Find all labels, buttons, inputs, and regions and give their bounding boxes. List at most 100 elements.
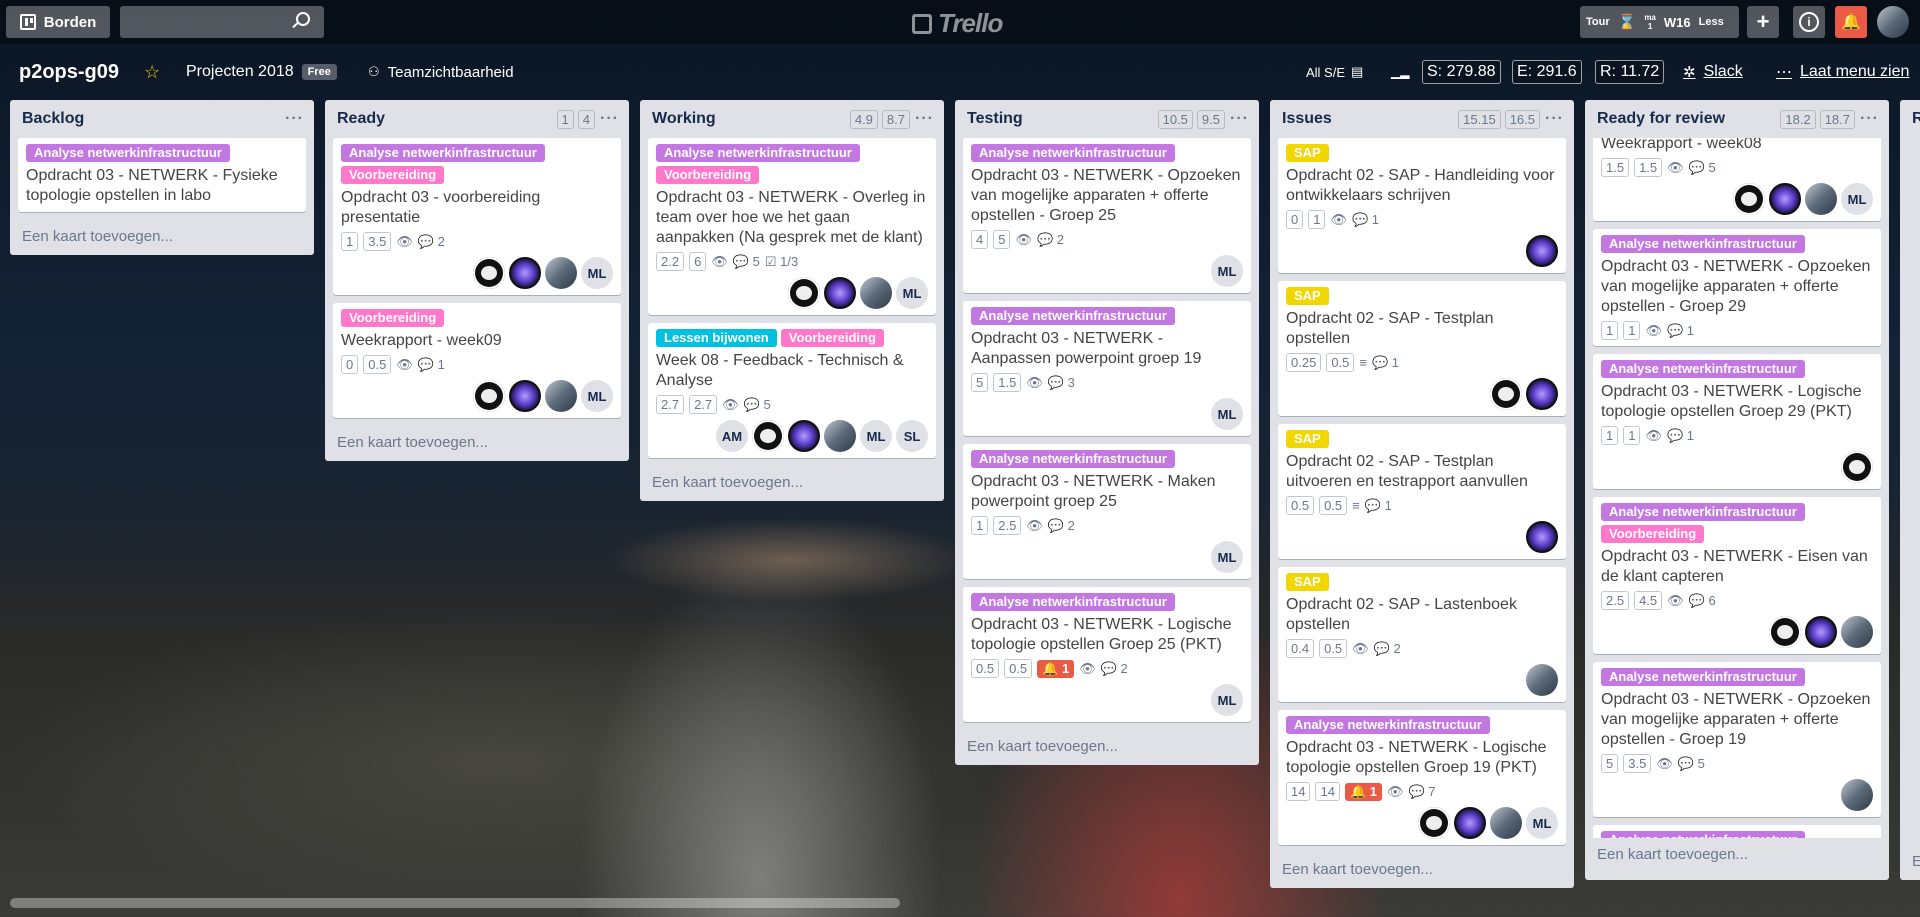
member-avatar-dog[interactable] <box>788 277 820 309</box>
list-menu-icon[interactable]: ··· <box>1545 110 1564 128</box>
card[interactable]: SAP Opdracht 02 - SAP - Testplan opstelle… <box>1278 281 1566 416</box>
card-label[interactable]: Analyse netwerkinfrastructuur <box>26 144 230 162</box>
member-avatar-initials[interactable]: AM <box>716 420 748 452</box>
card-label[interactable]: SAP <box>1286 287 1329 305</box>
member-avatar-purple[interactable] <box>1526 378 1558 410</box>
card[interactable]: Analyse netwerkinfrastructuur Opdracht 03… <box>18 138 306 212</box>
card[interactable]: Analyse netwerkinfrastructuur Opdracht 03… <box>1278 710 1566 845</box>
member-avatar-dog[interactable] <box>1490 378 1522 410</box>
card-label[interactable]: Analyse netwerkinfrastructuur <box>971 144 1175 162</box>
card[interactable]: Analyse netwerkinfrastructuur Voorbereidi… <box>1593 497 1881 654</box>
card-label[interactable]: Analyse netwerkinfrastructuur <box>1286 716 1490 734</box>
card[interactable]: Voorbereiding Weekrapport - week09 0 0.5 👁 💬 … <box>333 303 621 418</box>
member-avatar-initials[interactable]: ML <box>896 277 928 309</box>
list-header[interactable]: Ready for review 18.2 18.7 ··· <box>1585 100 1889 138</box>
card-label[interactable]: Analyse netwerkinfrastructuur <box>1601 831 1805 838</box>
list-menu-icon[interactable]: ··· <box>1860 110 1879 128</box>
list-menu-icon[interactable]: ··· <box>600 110 619 128</box>
list-header[interactable]: Backlog ··· <box>10 100 314 138</box>
card-label[interactable]: Analyse netwerkinfrastructuur <box>1601 668 1805 686</box>
list-title[interactable]: Backlog <box>22 110 84 128</box>
list-header[interactable]: Ready 1 4 ··· <box>325 100 629 138</box>
member-avatar-initials[interactable]: ML <box>1211 255 1243 287</box>
card[interactable]: Analyse netwerkinfrastructuur Opdracht 03… <box>1593 229 1881 346</box>
add-card-button[interactable]: E <box>1900 845 1920 880</box>
card[interactable]: Analyse netwerkinfrastructuur Opdracht 03… <box>1593 662 1881 817</box>
chart-icon[interactable]: ▁▂ <box>1391 52 1409 92</box>
card-label[interactable]: Analyse netwerkinfrastructuur <box>1601 235 1805 253</box>
member-avatar-dog[interactable] <box>473 257 505 289</box>
card[interactable]: Analyse netwerkinfrastructuur Opdracht 03… <box>963 444 1251 579</box>
info-button[interactable]: i <box>1793 6 1825 38</box>
list-menu-icon[interactable]: ··· <box>1230 110 1249 128</box>
member-avatar-initials[interactable]: ML <box>1841 183 1873 215</box>
card[interactable]: Weekrapport - week08 1.5 1.5 👁 💬 5 ML <box>1593 138 1881 221</box>
member-avatar-purple[interactable] <box>1526 235 1558 267</box>
member-avatar-initials[interactable]: SL <box>896 420 928 452</box>
card-label[interactable]: Voorbereiding <box>780 329 884 347</box>
add-card-button[interactable]: Een kaart toevoegen... <box>10 220 314 255</box>
member-avatar-purple[interactable] <box>1769 183 1801 215</box>
member-avatar-photo[interactable] <box>545 257 577 289</box>
member-avatar-dog[interactable] <box>473 380 505 412</box>
boards-button[interactable]: Borden <box>6 6 110 38</box>
search-input[interactable] <box>120 6 324 38</box>
card-label[interactable]: Analyse netwerkinfrastructuur <box>971 307 1175 325</box>
member-avatar-photo[interactable] <box>1841 616 1873 648</box>
list-title[interactable]: Ready for review <box>1597 110 1725 128</box>
card-label[interactable]: SAP <box>1286 144 1329 162</box>
card[interactable]: SAP Opdracht 02 - SAP - Handleiding voor … <box>1278 138 1566 273</box>
hourglass-icon[interactable]: ⌛ <box>1618 13 1637 31</box>
card[interactable]: Analyse netwerkinfrastructuur Opdracht 03… <box>963 138 1251 293</box>
tour-label[interactable]: Tour <box>1586 16 1610 28</box>
add-icon[interactable]: + <box>1747 6 1779 38</box>
add-card-button[interactable]: Een kaart toevoegen... <box>1270 853 1574 888</box>
member-avatar-photo[interactable] <box>545 380 577 412</box>
card-label[interactable]: Analyse netwerkinfrastructuur <box>1601 360 1805 378</box>
list-header[interactable]: R <box>1900 100 1920 138</box>
member-avatar-purple[interactable] <box>1454 807 1486 839</box>
plus-extension[interactable]: Tour ⌛ ma 1 W16 Less <box>1580 6 1739 38</box>
card-label[interactable]: Voorbereiding <box>341 309 445 327</box>
card[interactable]: Analyse netwerkinfrastructuur <box>1593 825 1881 838</box>
user-avatar[interactable] <box>1877 6 1909 38</box>
visibility-button[interactable]: ⚇ Teamzichtbaarheid <box>368 52 514 92</box>
trello-logo[interactable]: Trello <box>912 8 1003 39</box>
member-avatar-photo[interactable] <box>860 277 892 309</box>
card-label[interactable]: Voorbereiding <box>1601 525 1705 543</box>
member-avatar-purple[interactable] <box>1526 521 1558 553</box>
member-avatar-dog[interactable] <box>1418 807 1450 839</box>
member-avatar-dog[interactable] <box>1841 451 1873 483</box>
list-title[interactable]: Issues <box>1282 110 1332 128</box>
card-label[interactable]: Voorbereiding <box>341 166 445 184</box>
member-avatar-purple[interactable] <box>824 277 856 309</box>
member-avatar-initials[interactable]: ML <box>1211 398 1243 430</box>
member-avatar-initials[interactable]: ML <box>1526 807 1558 839</box>
add-card-button[interactable]: Een kaart toevoegen... <box>640 466 944 501</box>
slack-link[interactable]: ✲ Slack <box>1683 52 1743 92</box>
member-avatar-purple[interactable] <box>509 380 541 412</box>
card[interactable]: SAP Opdracht 02 - SAP - Testplan uitvoere… <box>1278 424 1566 559</box>
card-label[interactable]: Analyse netwerkinfrastructuur <box>656 144 860 162</box>
member-avatar-initials[interactable]: ML <box>1211 684 1243 716</box>
all-se-toggle[interactable]: All S/E ▤ <box>1306 52 1363 92</box>
search-icon[interactable] <box>292 12 310 29</box>
card-label[interactable]: SAP <box>1286 573 1329 591</box>
list-title[interactable]: Testing <box>967 110 1023 128</box>
member-avatar-photo[interactable] <box>824 420 856 452</box>
card-label[interactable]: Voorbereiding <box>656 166 760 184</box>
card-label[interactable]: Analyse netwerkinfrastructuur <box>1601 503 1805 521</box>
card-label[interactable]: Analyse netwerkinfrastructuur <box>971 450 1175 468</box>
add-card-button[interactable]: Een kaart toevoegen... <box>325 426 629 461</box>
team-button[interactable]: Projecten 2018 Free <box>186 52 337 92</box>
member-avatar-dog[interactable] <box>752 420 784 452</box>
list-title[interactable]: Ready <box>337 110 385 128</box>
add-card-button[interactable]: Een kaart toevoegen... <box>955 730 1259 765</box>
card[interactable]: Lessen bijwonen Voorbereiding Week 08 - Fe… <box>648 323 936 458</box>
card-label[interactable]: Lessen bijwonen <box>656 329 777 347</box>
member-avatar-photo[interactable] <box>1490 807 1522 839</box>
list-header[interactable]: Working 4.9 8.7 ··· <box>640 100 944 138</box>
notifications-bell-icon[interactable]: 🔔 <box>1835 6 1867 38</box>
member-avatar-initials[interactable]: ML <box>581 380 613 412</box>
list-menu-icon[interactable]: ··· <box>915 110 934 128</box>
